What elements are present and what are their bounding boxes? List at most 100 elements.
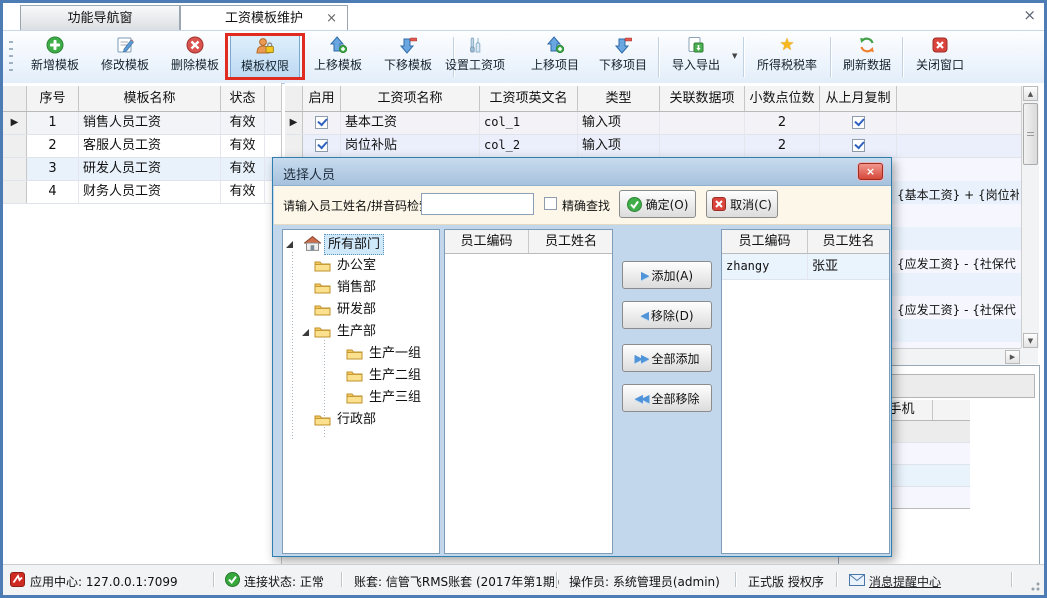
- right-arrow-icon: ▶: [641, 269, 647, 282]
- cell-seq: 4: [27, 181, 79, 203]
- window-close-icon[interactable]: ×: [1023, 7, 1036, 23]
- income-tax-rate-button[interactable]: ★ 所得税税率: [749, 34, 825, 80]
- tree-item-production-3[interactable]: 生产三组: [283, 387, 439, 409]
- set-salary-items-button[interactable]: 设置工资项: [436, 34, 514, 80]
- copy-prev-month-checkbox[interactable]: [852, 116, 865, 129]
- tree-item-production[interactable]: 生产部: [283, 321, 439, 343]
- refresh-data-button[interactable]: 刷新数据: [835, 34, 899, 80]
- table-row[interactable]: 岗位补贴 col_2 输入项 2: [285, 135, 1021, 158]
- scrollbar-thumb[interactable]: [1023, 103, 1038, 165]
- edit-template-button[interactable]: 修改模板: [93, 34, 157, 80]
- cell-item-name: 基本工资: [341, 112, 480, 134]
- remove-button[interactable]: ◀ 移除(D): [622, 301, 712, 329]
- tab-salary-template[interactable]: 工资模板维护 ×: [180, 5, 348, 30]
- move-item-up-button[interactable]: 上移项目: [523, 34, 587, 80]
- resize-grip[interactable]: [1028, 579, 1040, 591]
- exact-find-checkbox[interactable]: [544, 197, 557, 210]
- tree-item-rnd[interactable]: 研发部: [283, 299, 439, 321]
- tree-item-admin[interactable]: 行政部: [283, 409, 439, 431]
- tree-item-office[interactable]: 办公室: [283, 255, 439, 277]
- arrow-down-minus-icon: [591, 36, 655, 56]
- app-center-text: 应用中心: 127.0.0.1:7099: [30, 573, 178, 590]
- formula-text: {应发工资} - {社保代: [897, 253, 1019, 275]
- column-header[interactable]: 员工姓名: [529, 230, 613, 253]
- available-employees-list: 员工编码 员工姓名: [444, 229, 613, 554]
- add-circle-icon: [23, 36, 87, 56]
- scroll-right-icon[interactable]: ▶: [1005, 350, 1020, 364]
- enabled-checkbox[interactable]: [315, 116, 328, 129]
- template-table: 序号 模板名称 状态 ▶ 1 销售人员工资 有效 2 客服人员工资 有效 3 研…: [3, 83, 282, 564]
- ok-button[interactable]: 确定(O): [619, 190, 696, 218]
- cancel-button[interactable]: 取消(C): [706, 190, 778, 218]
- column-header[interactable]: 关联数据项: [660, 86, 745, 111]
- tab-label: 工资模板维护: [225, 11, 303, 26]
- folder-icon: [346, 369, 363, 382]
- column-header[interactable]: 状态: [221, 86, 265, 111]
- folder-icon: [346, 391, 363, 404]
- cancel-x-icon: [712, 197, 726, 211]
- tree-item-all-departments[interactable]: 所有部门: [283, 233, 439, 255]
- formula-column: {基本工资} + {岗位补 {应发工资} - {社保代 {应发工资} - {社保…: [892, 158, 1021, 348]
- column-header[interactable]: 员工编码: [722, 230, 808, 253]
- column-header[interactable]: 工资项名称: [341, 86, 480, 111]
- template-permission-button[interactable]: 模板权限: [230, 34, 300, 80]
- enabled-checkbox[interactable]: [315, 139, 328, 152]
- table-row[interactable]: ▶ 1 销售人员工资 有效: [3, 112, 281, 135]
- table-row[interactable]: 2 客服人员工资 有效: [3, 135, 281, 158]
- cell-type: 输入项: [578, 135, 660, 157]
- app-window: 功能导航窗 工资模板维护 × × 新增模板 修改模板 删除模板: [0, 0, 1047, 598]
- app-center-icon: [10, 572, 25, 587]
- cell-name: 客服人员工资: [79, 135, 221, 157]
- column-header[interactable]: 启用: [303, 86, 341, 111]
- move-template-down-button[interactable]: 下移模板: [376, 34, 440, 80]
- add-all-button[interactable]: ▶▶ 全部添加: [622, 344, 712, 372]
- close-window-button[interactable]: 关闭窗口: [908, 34, 972, 80]
- move-item-down-button[interactable]: 下移项目: [591, 34, 655, 80]
- dialog-search-row: 请输入员工姓名/拼音码检索: 精确查找 确定(O) 取消(C): [274, 186, 891, 225]
- column-header[interactable]: 小数点位数: [745, 86, 820, 111]
- user-lock-icon: [231, 37, 299, 57]
- tree-item-production-1[interactable]: 生产一组: [283, 343, 439, 365]
- column-header[interactable]: 员工编码: [445, 230, 529, 253]
- scroll-down-icon[interactable]: ▼: [1023, 333, 1038, 348]
- tree-item-sales[interactable]: 销售部: [283, 277, 439, 299]
- vertical-scrollbar[interactable]: ▲ ▼: [1021, 86, 1039, 348]
- copy-prev-month-checkbox[interactable]: [852, 139, 865, 152]
- dialog-titlebar[interactable]: 选择人员 ×: [273, 158, 891, 186]
- tab-close-icon[interactable]: ×: [326, 6, 337, 31]
- tree-expand-icon[interactable]: [286, 241, 293, 248]
- message-center-link[interactable]: 消息提醒中心: [869, 573, 941, 590]
- close-square-icon: [908, 36, 972, 56]
- scroll-up-icon[interactable]: ▲: [1023, 86, 1038, 101]
- formula-text: {应发工资} - {社保代: [897, 299, 1019, 321]
- table-row[interactable]: 3 研发人员工资 有效: [3, 158, 281, 181]
- table-row[interactable]: 4 财务人员工资 有效: [3, 181, 281, 204]
- move-template-up-button[interactable]: 上移模板: [306, 34, 370, 80]
- chevron-down-icon[interactable]: ▼: [732, 52, 737, 60]
- select-personnel-dialog: 选择人员 × 请输入员工姓名/拼音码检索: 精确查找 确定(O) 取消(C): [272, 157, 892, 557]
- column-header[interactable]: 类型: [578, 86, 660, 111]
- cell-decimals: 2: [745, 135, 820, 157]
- left-arrow-icon: ◀: [640, 309, 646, 322]
- column-header[interactable]: 序号: [27, 86, 79, 111]
- tab-function-nav[interactable]: 功能导航窗: [20, 5, 180, 30]
- delete-template-button[interactable]: 删除模板: [163, 34, 227, 80]
- column-header[interactable]: 模板名称: [79, 86, 221, 111]
- tree-expand-icon[interactable]: [302, 329, 309, 336]
- cell-status: 有效: [221, 181, 265, 203]
- add-template-button[interactable]: 新增模板: [23, 34, 87, 80]
- remove-all-button[interactable]: ◀◀ 全部移除: [622, 384, 712, 412]
- add-button[interactable]: ▶ 添加(A): [622, 261, 712, 289]
- cell-employee-name: 张亚: [808, 254, 889, 279]
- dialog-close-icon[interactable]: ×: [858, 163, 883, 180]
- table-row[interactable]: ▶ 基本工资 col_1 输入项 2: [285, 112, 1021, 135]
- import-export-button[interactable]: 导入导出: [664, 34, 728, 80]
- column-header[interactable]: 从上月复制: [820, 86, 897, 111]
- formula-text: {基本工资} + {岗位补: [897, 184, 1019, 206]
- column-header[interactable]: 员工姓名: [808, 230, 889, 253]
- employee-search-input[interactable]: [421, 193, 534, 215]
- employee-row[interactable]: zhangy 张亚: [722, 254, 889, 280]
- tree-item-production-2[interactable]: 生产二组: [283, 365, 439, 387]
- arrow-up-plus-icon: [523, 36, 587, 56]
- column-header[interactable]: 工资项英文名: [480, 86, 578, 111]
